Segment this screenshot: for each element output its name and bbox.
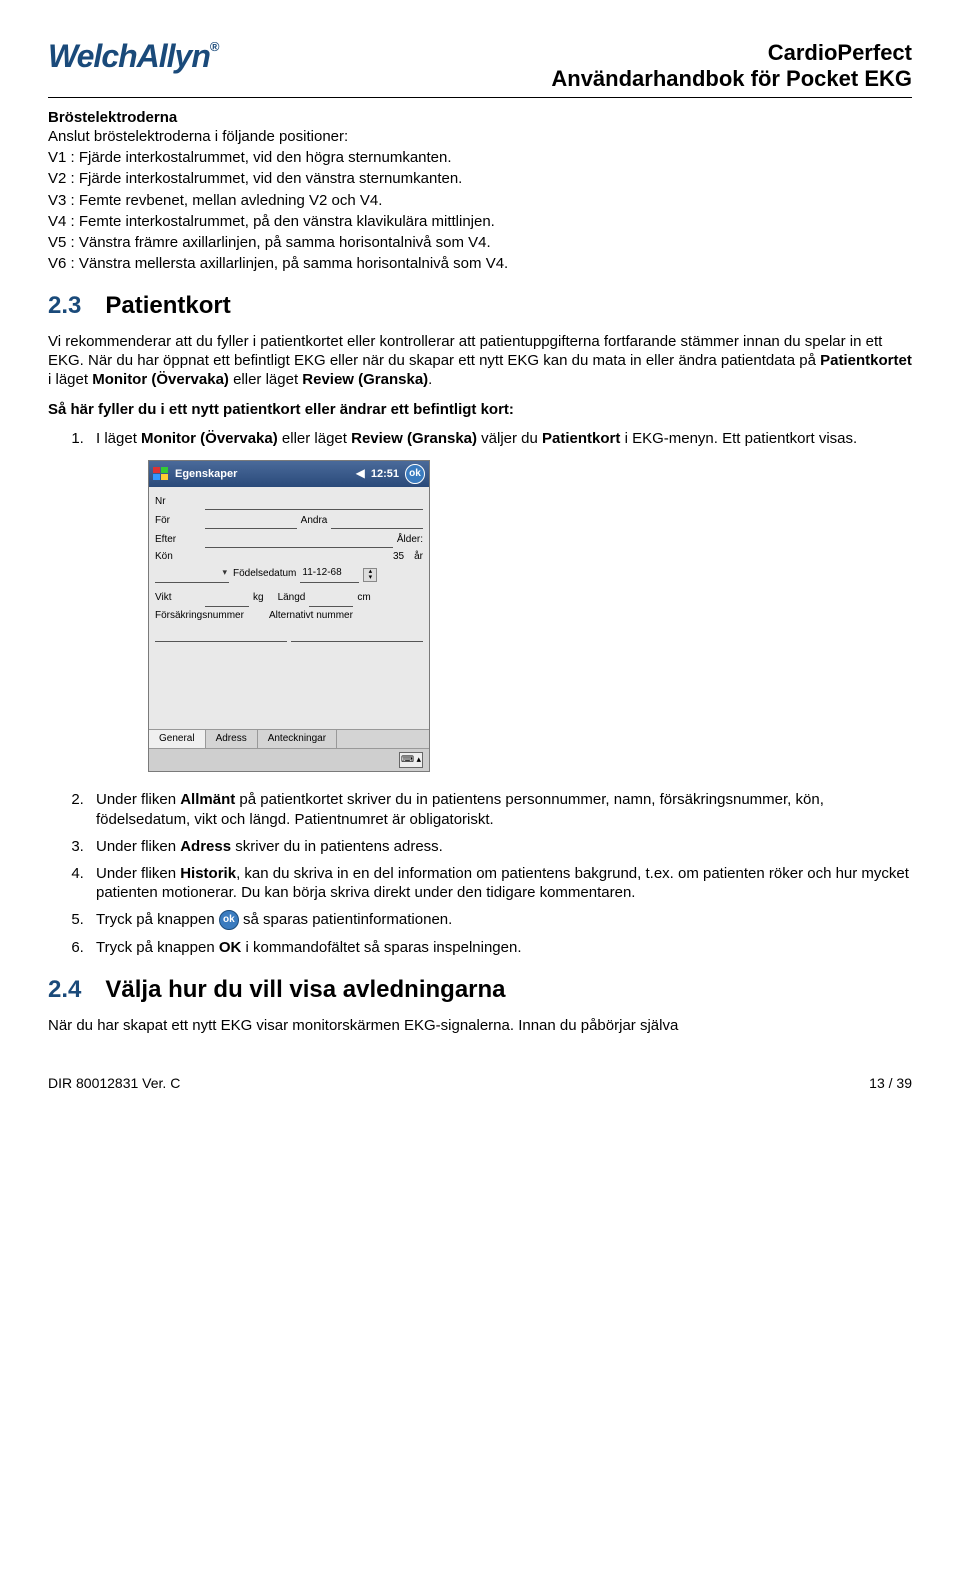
electrode-v3: V3 : Femte revbenet, mellan avledning V2… <box>48 191 912 210</box>
step-1: I läget Monitor (Övervaka) eller läget R… <box>88 429 912 773</box>
page-footer: DIR 80012831 Ver. C 13 / 39 <box>48 1075 912 1093</box>
label-forsakring: Försäkringsnummer <box>155 610 265 623</box>
label-nr: Nr <box>155 496 201 509</box>
spinner-fodelsedatum[interactable]: ▴▾ <box>363 568 377 582</box>
label-ar: år <box>414 551 423 564</box>
step-4: Under fliken Historik, kan du skriva in … <box>88 864 912 902</box>
input-forsakring[interactable] <box>155 626 287 642</box>
input-nr[interactable] <box>205 494 423 510</box>
windows-flag-icon <box>153 467 169 481</box>
speaker-icon: ◀ <box>356 466 365 481</box>
section-2-3-subhead: Så här fyller du i ett nytt patientkort … <box>48 400 912 419</box>
step-6: Tryck på knappen OK i kommandofältet så … <box>88 938 912 957</box>
label-cm: cm <box>357 592 370 605</box>
section-2-3-heading: 2.3Patientkort <box>48 291 912 322</box>
ok-icon: ok <box>219 910 239 930</box>
ppc-clock: 12:51 <box>371 467 399 481</box>
input-for[interactable] <box>205 513 297 529</box>
tab-adress[interactable]: Adress <box>206 730 258 749</box>
electrode-v6: V6 : Vänstra mellersta axillarlinjen, på… <box>48 254 912 273</box>
patientkort-screenshot: Egenskaper ◀ 12:51 ok Nr För Andra <box>148 460 912 772</box>
input-alternativt[interactable] <box>291 626 423 642</box>
footer-version: DIR 80012831 Ver. C <box>48 1075 180 1093</box>
footer-page-number: 13 / 39 <box>869 1075 912 1093</box>
brand-logo: WelchAllyn® <box>48 40 218 72</box>
ppc-title: Egenskaper <box>175 467 237 481</box>
section-2-4-paragraph: När du har skapat ett nytt EKG visar mon… <box>48 1016 912 1035</box>
keyboard-icon[interactable]: ⌨ ▴ <box>399 752 423 768</box>
label-efter: Efter <box>155 534 201 547</box>
label-andra: Andra <box>301 515 328 528</box>
section-2-3-paragraph: Vi rekommenderar att du fyller i patient… <box>48 332 912 390</box>
label-alder: Ålder: <box>397 534 423 547</box>
ppc-titlebar: Egenskaper ◀ 12:51 ok <box>149 461 429 487</box>
electrodes-heading: Bröstelektroderna <box>48 108 912 127</box>
input-langd[interactable] <box>309 591 353 607</box>
label-alternativt: Alternativt nummer <box>269 610 379 623</box>
document-title: CardioPerfect Användarhandbok för Pocket… <box>551 40 912 93</box>
ppc-bottombar: ⌨ ▴ <box>149 748 429 771</box>
tab-anteckningar[interactable]: Anteckningar <box>258 730 337 749</box>
label-fodelsedatum: Födelsedatum <box>233 568 296 581</box>
document-header: WelchAllyn® CardioPerfect Användarhandbo… <box>48 40 912 93</box>
label-kon: Kön <box>155 551 201 564</box>
step-3: Under fliken Adress skriver du in patien… <box>88 837 912 856</box>
input-vikt[interactable] <box>205 591 249 607</box>
label-langd: Längd <box>278 592 306 605</box>
input-efter[interactable] <box>205 532 393 548</box>
electrode-v4: V4 : Femte interkostalrummet, på den vän… <box>48 212 912 231</box>
steps-list: I läget Monitor (Övervaka) eller läget R… <box>48 429 912 958</box>
input-fodelsedatum[interactable]: 11-12-68 <box>300 567 359 583</box>
step-5: Tryck på knappen ok så sparas patientinf… <box>88 910 912 930</box>
electrode-v2: V2 : Fjärde interkostalrummet, vid den v… <box>48 169 912 188</box>
section-2-4-heading: 2.4Välja hur du vill visa avledningarna <box>48 975 912 1006</box>
dropdown-kon[interactable] <box>155 567 229 583</box>
input-andra[interactable] <box>331 513 423 529</box>
header-divider <box>48 97 912 98</box>
label-kg: kg <box>253 592 264 605</box>
electrode-v5: V5 : Vänstra främre axillarlinjen, på sa… <box>48 233 912 252</box>
ppc-tabs: General Adress Anteckningar <box>149 729 429 749</box>
label-for: För <box>155 515 201 528</box>
ppc-ok-button[interactable]: ok <box>405 464 425 484</box>
ppc-window: Egenskaper ◀ 12:51 ok Nr För Andra <box>148 460 430 772</box>
ppc-form: Nr För Andra Efter Ålder: <box>149 487 429 649</box>
electrodes-intro: Anslut bröstelektroderna i följande posi… <box>48 127 912 146</box>
step-2: Under fliken Allmänt på patientkortet sk… <box>88 790 912 828</box>
electrode-v1: V1 : Fjärde interkostalrummet, vid den h… <box>48 148 912 167</box>
label-vikt: Vikt <box>155 592 201 605</box>
value-alder: 35 <box>374 551 404 564</box>
tab-general[interactable]: General <box>149 730 206 749</box>
